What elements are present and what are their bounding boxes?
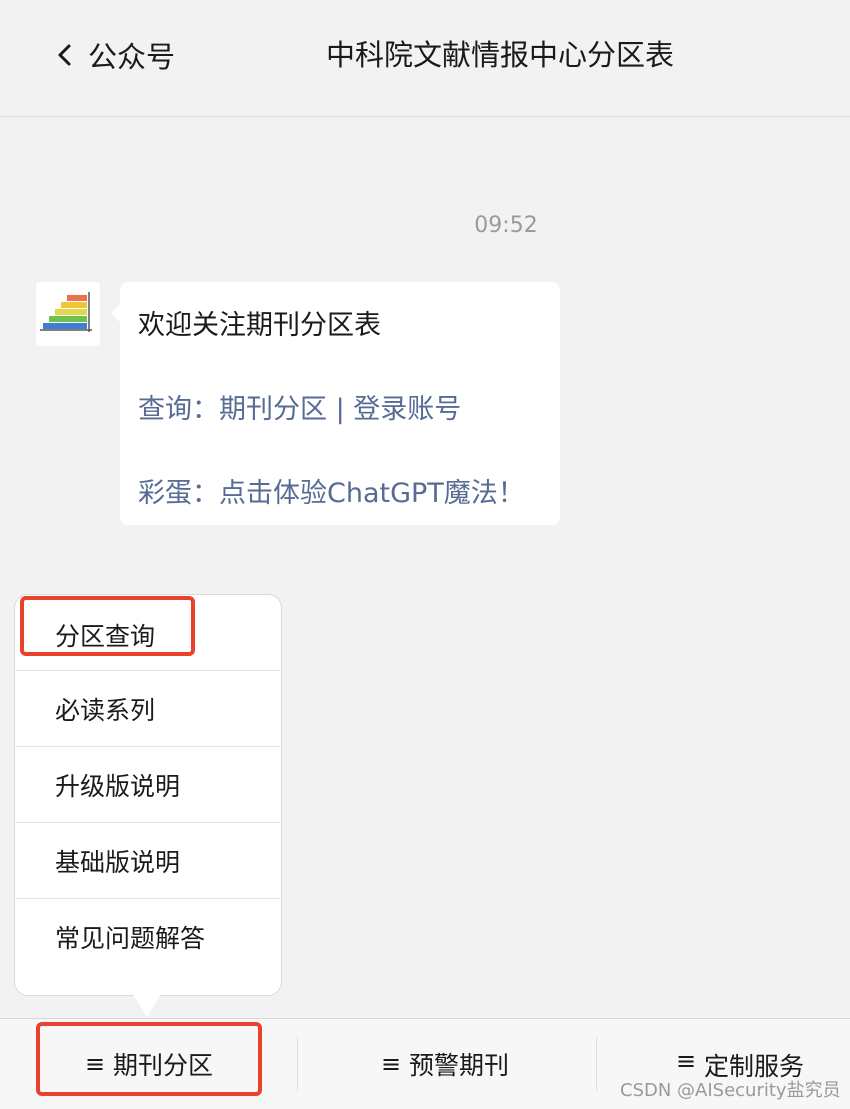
chevron-left-icon [58, 44, 71, 66]
query-prefix: 查询： [138, 394, 219, 425]
account-avatar[interactable] [36, 282, 100, 346]
message-bubble: 欢迎关注期刊分区表 查询：期刊分区 | 登录账号 彩蛋：点击体验ChatGPT魔… [111, 282, 560, 525]
menu-item-label: 必读系列 [55, 695, 156, 725]
back-button[interactable]: 公众号 [52, 30, 175, 80]
popup-pointer [132, 993, 162, 1017]
easter-egg-prefix: 彩蛋： [138, 478, 219, 509]
highlight-box-partition-query [20, 596, 195, 656]
login-account-link[interactable]: 登录账号 [353, 394, 461, 425]
tab-divider [596, 1037, 597, 1091]
menu-item-must-read[interactable]: 必读系列 [15, 670, 281, 746]
menu-item-label: 基础版说明 [55, 847, 181, 877]
easter-egg-line: 彩蛋：点击体验ChatGPT魔法！ [138, 471, 525, 510]
tab-warning-journals[interactable]: ≡ 预警期刊 [300, 1019, 590, 1109]
journal-partition-link[interactable]: 期刊分区 [219, 394, 327, 425]
menu-item-label: 常见问题解答 [55, 923, 206, 953]
top-bar: 公众号 中科院文献情报中心分区表 [0, 0, 850, 117]
menu-item-faq[interactable]: 常见问题解答 [15, 898, 281, 974]
menu-item-basic-notes[interactable]: 基础版说明 [15, 822, 281, 898]
watermark: CSDN @AISecurity盐究员 [620, 1080, 841, 1101]
bar-chart-logo-icon [40, 292, 92, 332]
welcome-text: 欢迎关注期刊分区表 [138, 310, 381, 341]
menu-lines-icon: ≡ [675, 1047, 697, 1075]
menu-item-upgrade-notes[interactable]: 升级版说明 [15, 746, 281, 822]
back-label: 公众号 [88, 40, 176, 74]
link-separator: | [327, 394, 354, 425]
query-line: 查询：期刊分区 | 登录账号 [138, 387, 461, 426]
chatgpt-link[interactable]: 点击体验ChatGPT魔法！ [219, 478, 525, 509]
tab-divider [297, 1037, 298, 1091]
menu-item-label: 升级版说明 [55, 771, 181, 801]
highlight-box-journal-partition-tab [36, 1022, 262, 1096]
menu-lines-icon: ≡ [380, 1050, 402, 1078]
tab-label: 预警期刊 [409, 1051, 510, 1080]
message-timestamp: 09:52 [474, 213, 538, 238]
page-title: 中科院文献情报中心分区表 [325, 38, 674, 72]
